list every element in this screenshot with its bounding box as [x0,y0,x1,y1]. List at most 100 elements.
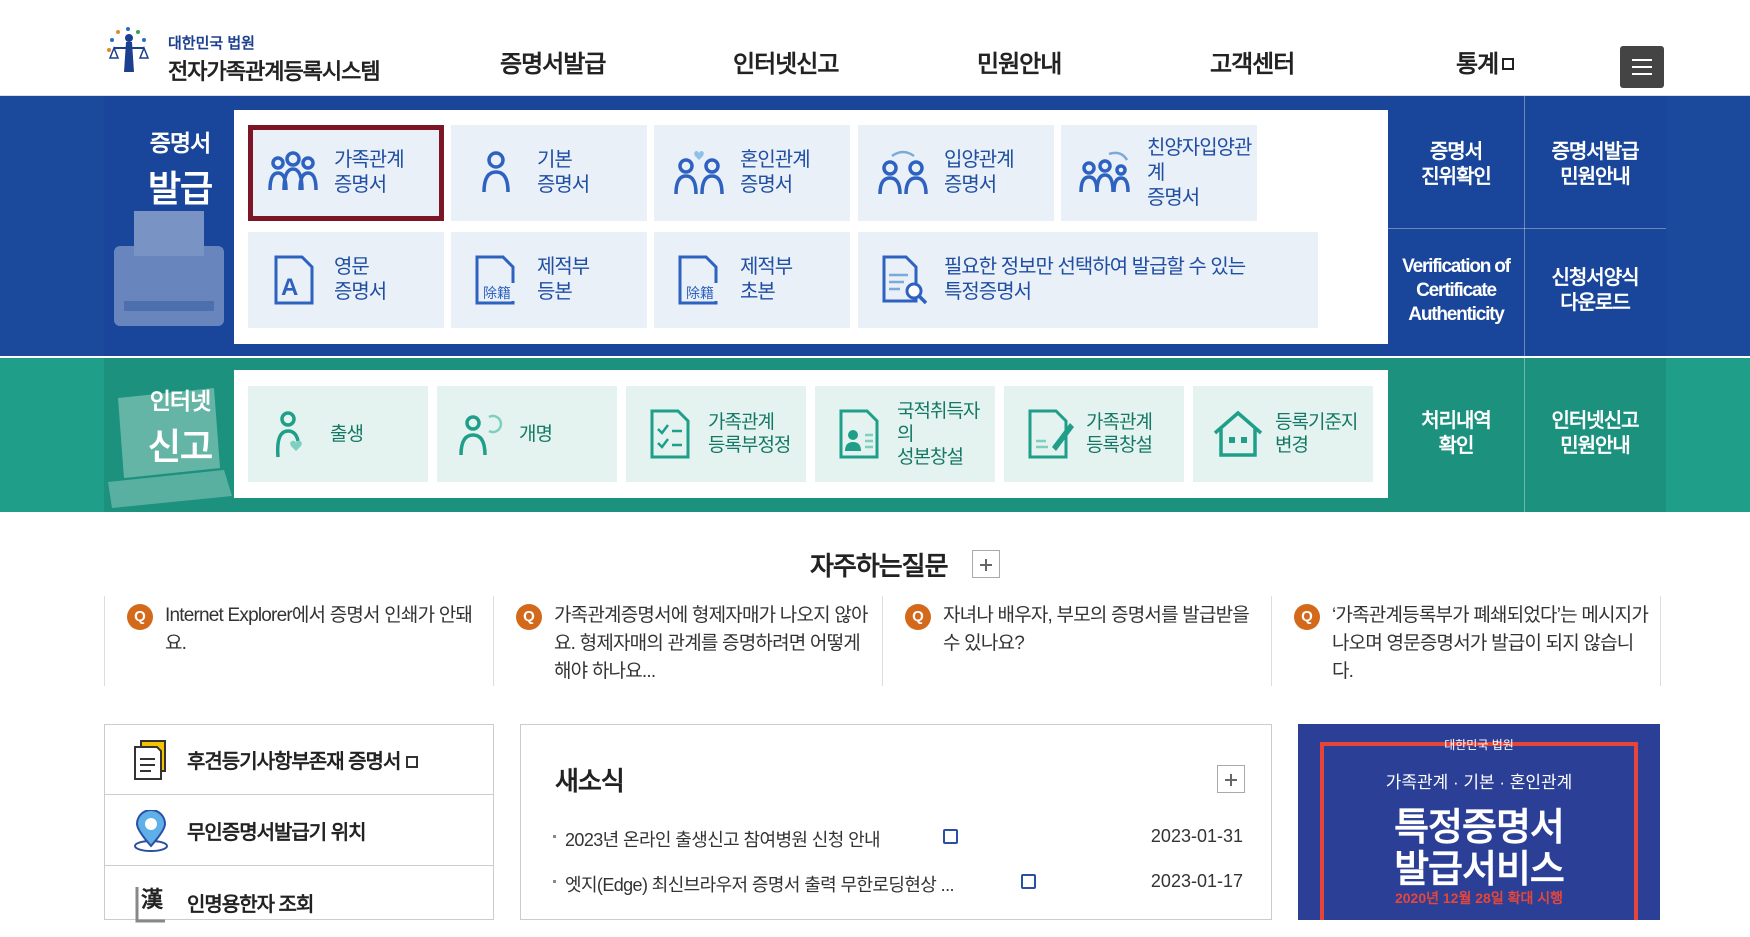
news-item-title: 2023년 온라인 출생신고 참여병원 신청 안내 [565,830,881,850]
name-hanja-lookup-link[interactable]: 漢 인명용한자 조회 [105,867,493,937]
news-title: 새소식 [555,766,625,796]
english-doc-icon: A [274,255,314,305]
faq-question: 가족관계증명서에 형제자매가 나오지 않아요. 형제자매의 관계를 증명하려면 … [554,605,868,682]
card-label: 개명 [519,423,553,445]
kiosk-location-link[interactable]: 무인증명서발급기 위치 [105,796,493,866]
external-link-icon [406,756,419,768]
registration-base-change-card[interactable]: 등록기준지 변경 [1193,386,1373,482]
full-adoption-icon [1079,151,1130,193]
application-form-download-link[interactable]: 신청서양식 다운로드 [1525,236,1665,346]
bullet [553,835,556,838]
basic-certificate-card[interactable]: 기본 증명서 [451,125,647,221]
link-label: 인명용한자 조회 [187,893,314,916]
card-label: 입양관계 증명서 [944,149,1015,196]
news-item[interactable]: 2023년 온라인 출생신고 참여병원 신청 안내 2023-01-31 [553,823,1243,853]
specific-certificate-card[interactable]: 필요한 정보만 선택하여 발급할 수 있는 특정증명서 [858,232,1318,328]
svg-text:A: A [281,274,298,301]
removed-register-doc-icon: 除籍 [678,255,726,305]
nav-statistics-label: 통계 [1456,51,1499,78]
name-change-card[interactable]: 개명 [437,386,617,482]
news-item-date: 2023-01-17 [1150,871,1243,891]
faq-item[interactable]: Q ‘가족관계등록부가 폐쇄되었다’는 메시지가 나오며 영문증명서가 발급이 … [1271,596,1661,686]
verification-authenticity-link[interactable]: Verification of Certificate Authenticity [1388,236,1524,346]
register-creation-card[interactable]: 가족관계 등록창설 [1004,386,1184,482]
issue-civil-guide-link[interactable]: 증명서발급 민원안내 [1525,110,1665,220]
card-label: 필요한 정보만 선택하여 발급할 수 있는 특정증명서 [944,256,1246,303]
faq-item[interactable]: Q Internet Explorer에서 증명서 인쇄가 안돼요. [104,596,494,686]
news-item[interactable]: 엣지(Edge) 최신브라우저 증명서 출력 무한로딩현상 ... 2023-0… [553,868,1243,898]
attachment-icon [943,829,958,844]
card-label: 가족관계 증명서 [334,149,405,196]
register-create-icon [1028,409,1074,459]
banner-org: 대한민국 법원 [1444,738,1514,752]
card-label: 가족관계 등록창설 [1086,412,1153,456]
family-relation-certificate-card[interactable]: 가족관계 증명서 [248,125,444,221]
birth-report-card[interactable]: 출생 [248,386,428,482]
attachment-icon [1021,874,1036,889]
faq-question: 자녀나 배우자, 부모의 증명서를 발급받을 수 있나요? [943,605,1250,654]
birth-icon [275,411,302,458]
banner-subtitle: 가족관계 · 기본 · 혼인관계 [1385,773,1573,792]
register-correction-card[interactable]: 가족관계 등록부정정 [626,386,806,482]
family-icon [268,151,318,191]
question-icon: Q [905,604,931,630]
nav-civil-guide[interactable]: 민원안내 [977,44,1062,79]
card-label: 국적취득자의 성본창설 [897,400,980,468]
report-card-panel: 출생 개명 가족관계 등록부정정 국적취득자의 성본창설 가족관계 등록창설 등… [234,370,1388,498]
hamburger-menu-button[interactable] [1620,46,1664,88]
faq-question: Internet Explorer에서 증명서 인쇄가 안돼요. [165,605,473,654]
nav-statistics[interactable]: 통계 [1456,44,1515,79]
english-certificate-card[interactable]: A 영문 증명서 [248,232,444,328]
house-icon [1213,410,1263,457]
full-adoption-certificate-card[interactable]: 친양자입양관계 증명서 [1061,125,1257,221]
logo-subtitle: 대한민국 법원 [168,35,255,52]
specific-certificate-banner[interactable]: 대한민국 법원 가족관계 · 기본 · 혼인관계 특정증명서 발급서비스 202… [1298,724,1660,920]
adoption-certificate-card[interactable]: 입양관계 증명서 [858,125,1054,221]
report-section-title: 인터넷 신고 [147,388,213,467]
card-label: 제적부 등본 [537,256,590,303]
news-item-date: 2023-01-31 [1150,826,1243,846]
report-civil-guide-link[interactable]: 인터넷신고 민원안내 [1525,370,1665,498]
nav-certificate-issue[interactable]: 증명서발급 [500,44,606,79]
link-label: 후견등기사항부존재 증명서 [187,745,419,774]
marriage-certificate-card[interactable]: 혼인관계 증명서 [654,125,850,221]
faq-item[interactable]: Q 자녀나 배우자, 부모의 증명서를 발급받을 수 있나요? [882,596,1272,686]
link-label: 무인증명서발급기 위치 [187,822,367,844]
printer-icon [114,211,224,326]
question-icon: Q [127,604,153,630]
card-label: 친양자입양관계 증명서 [1147,136,1252,209]
nav-internet-report[interactable]: 인터넷신고 [733,44,839,79]
news-box: 새소식 2023년 온라인 출생신고 참여병원 신청 안내 2023-01-31… [520,724,1272,920]
naturalization-surname-card[interactable]: 국적취득자의 성본창설 [815,386,995,482]
banner-title-line2: 발급서비스 [1394,849,1565,891]
question-icon: Q [516,604,542,630]
nav-customer-center[interactable]: 고객센터 [1210,44,1295,79]
couple-heart-icon [674,151,724,195]
document-icon [134,739,166,780]
naturalization-icon [839,409,879,459]
logo-title: 전자가족관계등록시스템 [168,59,381,84]
site-logo[interactable]: 대한민국 법원 전자가족관계등록시스템 [104,24,384,84]
card-label: 영문 증명서 [334,256,387,303]
faq-more-button[interactable] [972,550,1000,578]
news-more-button[interactable] [1217,765,1245,793]
faq-item[interactable]: Q 가족관계증명서에 형제자매가 나오지 않아요. 형제자매의 관계를 증명하려… [493,596,883,686]
guardianship-certificate-link[interactable]: 후견등기사항부존재 증명서 [105,725,493,795]
site-header: 대한민국 법원 전자가족관계등록시스템 증명서발급 인터넷신고 민원안내 고객센… [0,0,1750,96]
processing-history-link[interactable]: 처리내역 확인 [1388,370,1524,498]
faq-question: ‘가족관계등록부가 폐쇄되었다’는 메시지가 나오며 영문증명서가 발급이 되지… [1332,605,1649,682]
svg-text:除籍: 除籍 [483,285,511,302]
removed-register-doc-icon: 除籍 [475,255,523,305]
removed-register-abstract-card[interactable]: 除籍 제적부 초본 [654,232,850,328]
court-emblem-icon [107,27,150,72]
certificate-verify-link[interactable]: 증명서 진위확인 [1388,110,1524,220]
card-label: 등록기준지 변경 [1275,412,1358,456]
news-item-title: 엣지(Edge) 최신브라우저 증명서 출력 무한로딩현상 ... [565,875,954,895]
card-label: 제적부 초본 [740,256,793,303]
card-label: 혼인관계 증명서 [740,149,811,196]
card-label: 가족관계 등록부정정 [708,412,791,456]
svg-text:除籍: 除籍 [686,285,714,302]
divider [1388,228,1666,229]
question-icon: Q [1294,604,1320,630]
removed-register-copy-card[interactable]: 除籍 제적부 등본 [451,232,647,328]
